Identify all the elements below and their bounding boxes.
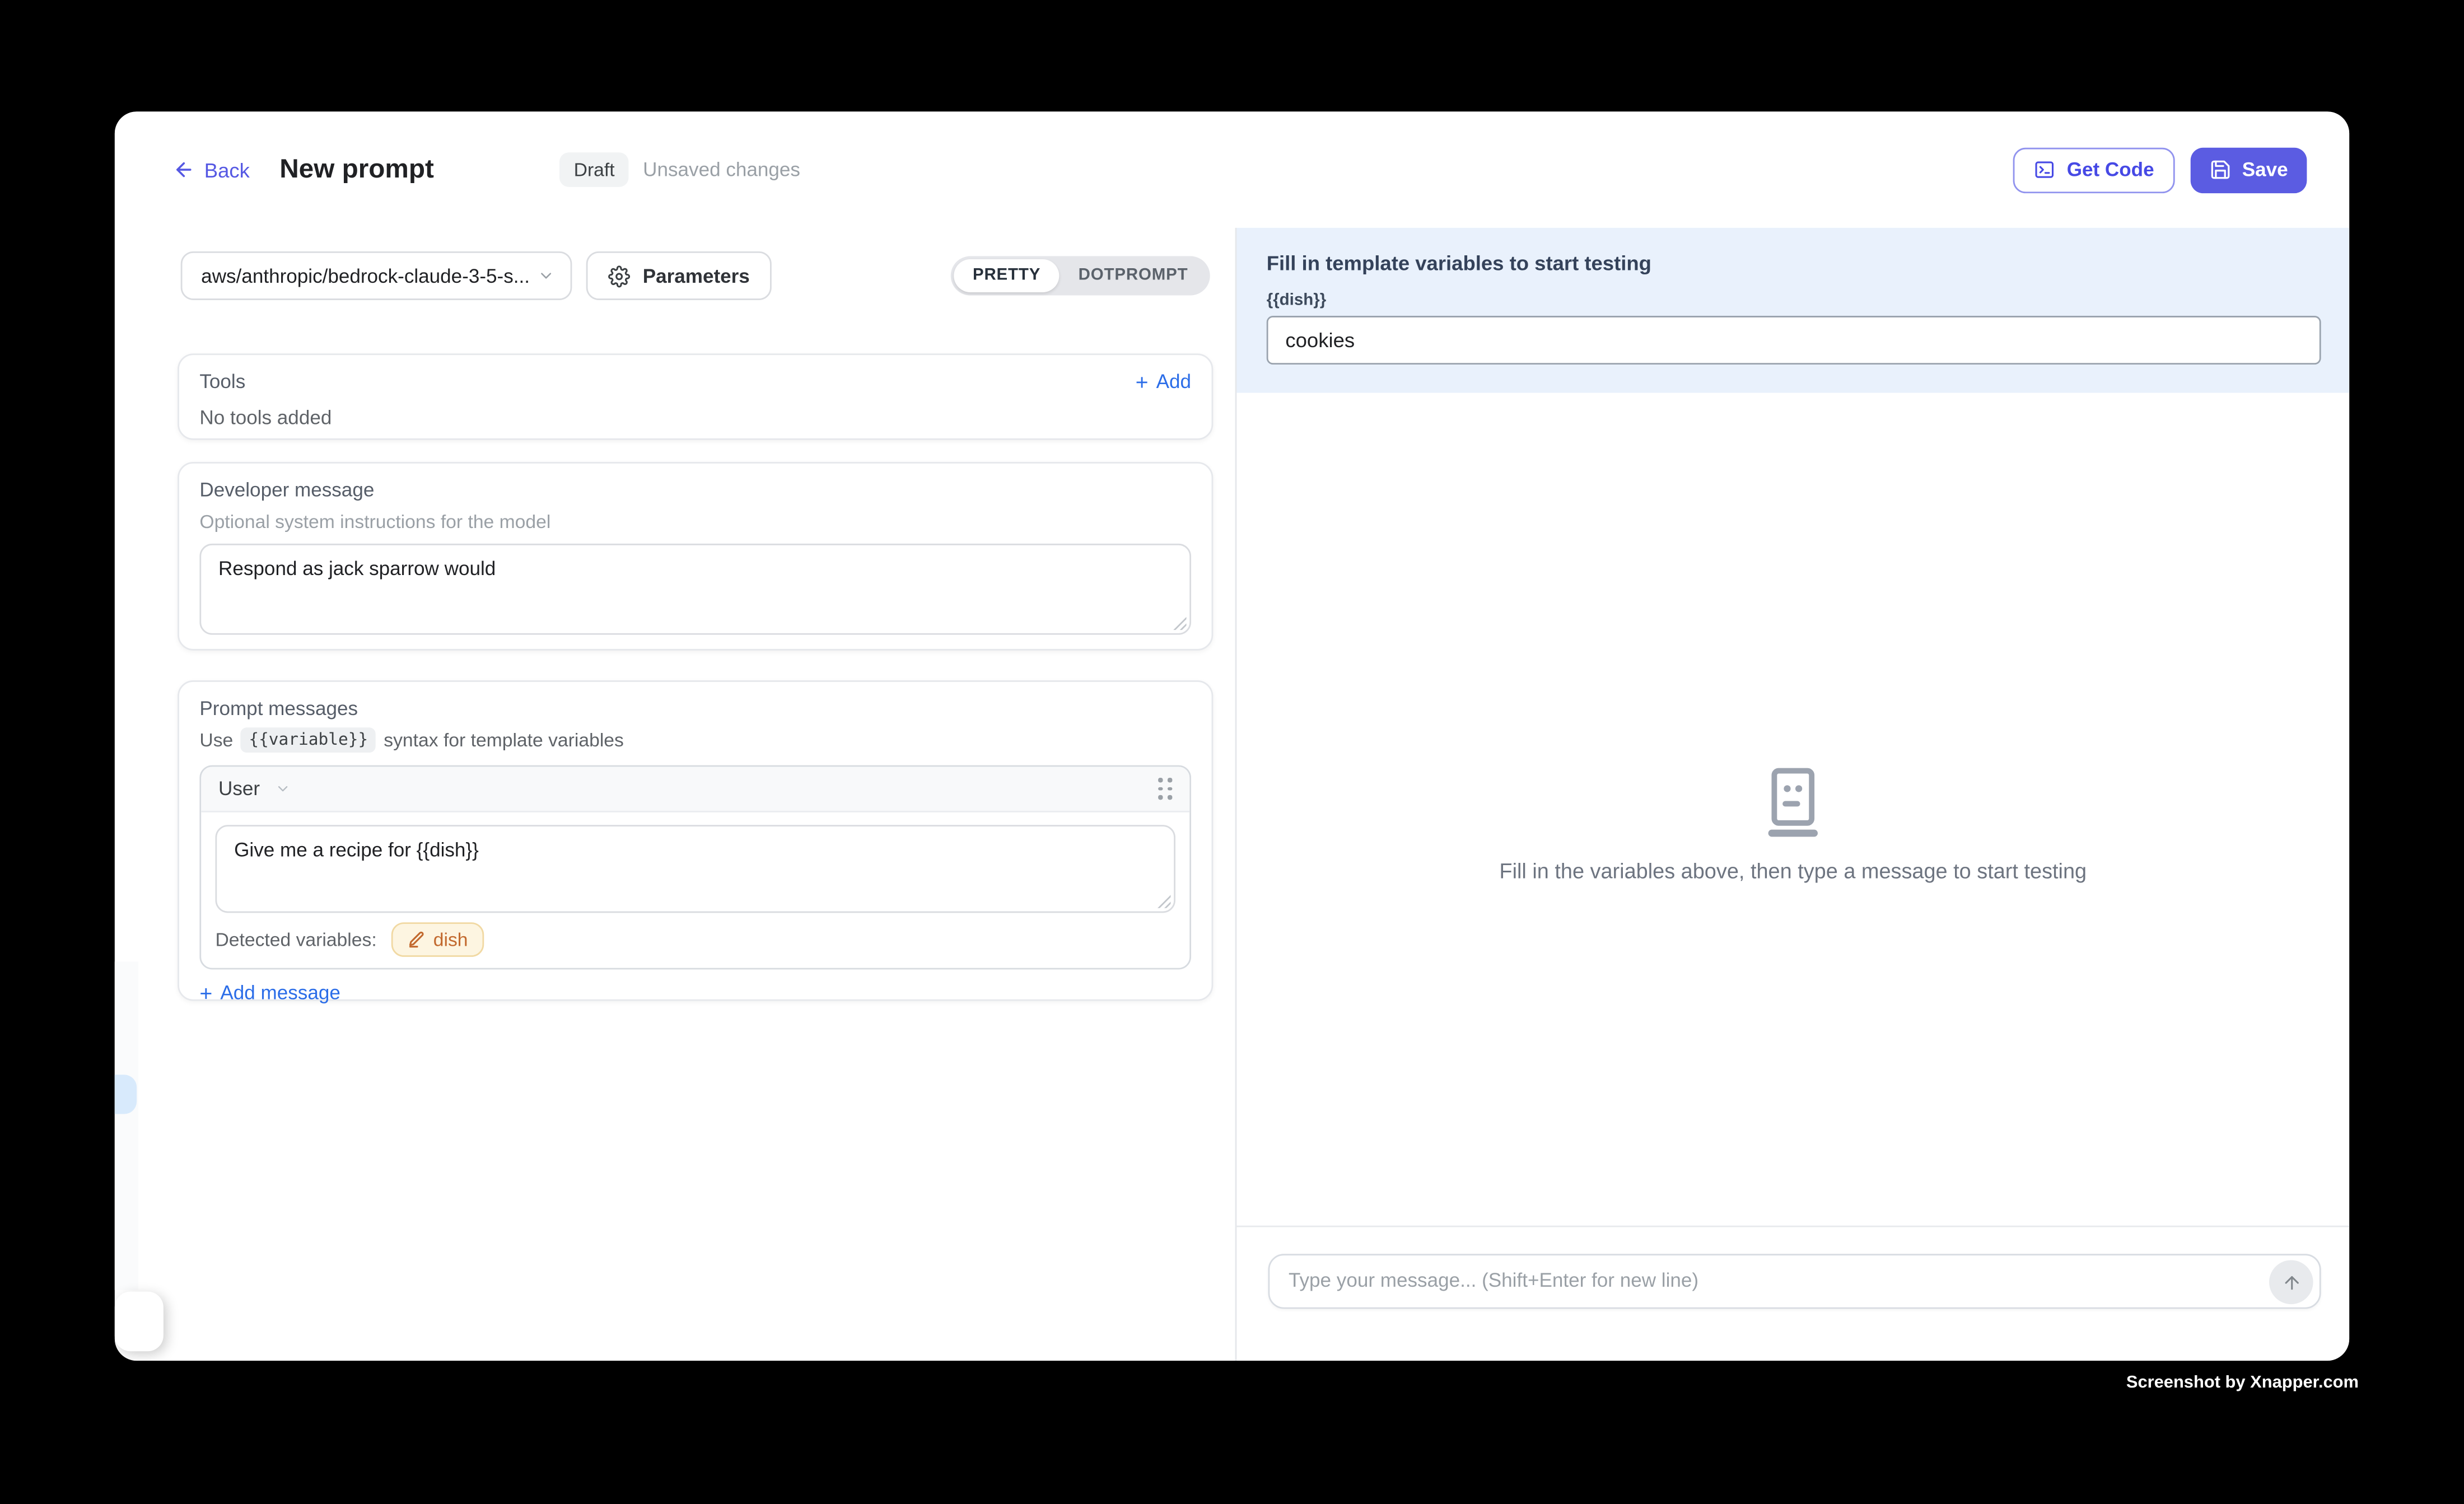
prompt-message-textarea[interactable]: Give me a recipe for {{dish}}: [215, 825, 1175, 913]
save-label: Save: [2242, 158, 2288, 180]
developer-message-title: Developer message: [199, 479, 1191, 501]
app-window: Back New prompt Draft Unsaved changes Ge…: [115, 111, 2349, 1361]
chat-footer: Type your message... (Shift+Enter for ne…: [1236, 1226, 2349, 1361]
collapsed-sidebar-sliver: [115, 961, 138, 1290]
get-code-label: Get Code: [2067, 158, 2154, 180]
page-title: New prompt: [279, 154, 434, 185]
developer-message-card: Developer message Optional system instru…: [178, 462, 1213, 651]
tab-dotprompt[interactable]: DOTPROMPT: [1060, 259, 1207, 292]
developer-message-subtitle: Optional system instructions for the mod…: [199, 511, 1191, 533]
robot-icon: [1760, 765, 1826, 839]
add-tool-label: Add: [1156, 371, 1191, 393]
variable-chip-dish[interactable]: dish: [391, 922, 484, 957]
message-input-placeholder: Type your message... (Shift+Enter for ne…: [1270, 1255, 2319, 1307]
save-icon: [2209, 158, 2231, 180]
floating-panel-fragment: [115, 1292, 164, 1352]
syntax-hint-prefix: Use: [199, 729, 233, 751]
page-header: Back New prompt Draft Unsaved changes Ge…: [115, 111, 2349, 228]
arrow-up-icon: [2281, 1272, 2301, 1292]
gear-icon: [608, 265, 630, 287]
add-tool-button[interactable]: + Add: [1136, 371, 1191, 393]
tools-card: Tools + Add No tools added: [178, 353, 1213, 440]
variable-token-chip: {{variable}}: [241, 727, 376, 753]
prompt-messages-title: Prompt messages: [199, 698, 1191, 720]
desktop-background: Back New prompt Draft Unsaved changes Ge…: [0, 0, 2464, 1503]
plus-icon: +: [199, 984, 212, 1003]
tab-pretty[interactable]: PRETTY: [954, 259, 1060, 292]
chevron-down-icon: [276, 781, 291, 797]
prompt-editor-pane: aws/anthropic/bedrock-claude-3-5-s... Pa…: [115, 228, 1235, 1361]
syntax-hint-suffix: syntax for template variables: [384, 729, 624, 751]
send-button[interactable]: [2269, 1260, 2313, 1305]
back-label: Back: [204, 158, 250, 181]
empty-state-text: Fill in the variables above, then type a…: [1236, 860, 2349, 883]
view-toggle: PRETTY DOTPROMPT: [951, 256, 1210, 295]
save-button[interactable]: Save: [2190, 147, 2307, 192]
sidebar-active-indicator: [115, 1075, 137, 1114]
unsaved-changes-text: Unsaved changes: [643, 158, 800, 180]
parameters-button[interactable]: Parameters: [586, 251, 772, 300]
header-actions: Get Code Save: [2013, 147, 2307, 192]
add-message-button[interactable]: + Add message: [199, 982, 1191, 1004]
terminal-icon: [2034, 158, 2056, 180]
message-input[interactable]: Type your message... (Shift+Enter for ne…: [1268, 1254, 2321, 1309]
back-arrow-icon: [173, 158, 195, 180]
variable-value-input[interactable]: [1267, 316, 2321, 365]
model-selector[interactable]: aws/anthropic/bedrock-claude-3-5-s...: [181, 251, 572, 300]
message-header: User: [201, 767, 1189, 812]
status-badge: Draft: [559, 152, 629, 187]
get-code-button[interactable]: Get Code: [2013, 147, 2174, 192]
drag-handle[interactable]: [1158, 778, 1172, 800]
back-button[interactable]: Back: [173, 158, 250, 181]
developer-message-textarea[interactable]: Respond as jack sparrow would: [199, 544, 1191, 635]
chevron-down-icon: [538, 267, 555, 284]
watermark-text: Screenshot by Xnapper.com: [2126, 1374, 2359, 1393]
role-value: User: [218, 778, 260, 800]
role-selector[interactable]: User: [218, 778, 291, 800]
tools-empty-text: No tools added: [199, 407, 1191, 429]
variables-section-title: Fill in template variables to start test…: [1267, 251, 2321, 275]
prompt-messages-card: Prompt messages Use {{variable}} syntax …: [178, 680, 1213, 1001]
variable-key-label: {{dish}}: [1267, 291, 2321, 310]
template-variables-section: Fill in template variables to start test…: [1236, 228, 2349, 393]
test-pane: Fill in template variables to start test…: [1235, 228, 2350, 1361]
add-message-label: Add message: [220, 982, 340, 1004]
prompt-message-block: User Give me a recipe for {{dish}}: [199, 765, 1191, 970]
detected-variables-label: Detected variables:: [215, 928, 376, 950]
pencil-icon: [407, 930, 426, 949]
tools-title: Tools: [199, 371, 245, 393]
model-selector-value: aws/anthropic/bedrock-claude-3-5-s...: [201, 265, 538, 287]
plus-icon: +: [1136, 372, 1149, 391]
parameters-label: Parameters: [643, 265, 750, 287]
message-body: Give me a recipe for {{dish}} Detected v…: [201, 812, 1189, 968]
chat-empty-state: Fill in the variables above, then type a…: [1236, 765, 2349, 883]
variable-chip-label: dish: [433, 928, 468, 950]
content-area: aws/anthropic/bedrock-claude-3-5-s... Pa…: [115, 228, 2349, 1361]
